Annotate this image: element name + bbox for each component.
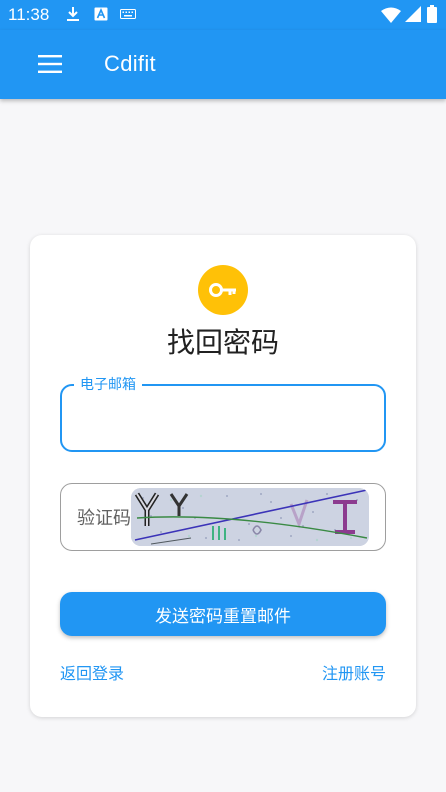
register-account-link[interactable]: 注册账号 <box>322 663 386 685</box>
key-icon <box>209 283 236 297</box>
email-field[interactable]: 电子邮箱 <box>60 376 386 452</box>
key-badge <box>198 265 248 315</box>
back-to-login-link[interactable]: 返回登录 <box>60 663 124 685</box>
page-title: 找回密码 <box>166 326 279 359</box>
reset-password-card: 找回密码 电子邮箱 验证码 发送密码重置邮件 返回登录 注册账号 <box>30 235 416 717</box>
status-bar: 11:38 <box>0 0 446 30</box>
email-input[interactable] <box>78 406 368 432</box>
send-reset-email-button[interactable]: 发送密码重置邮件 <box>60 592 386 636</box>
captcha-image[interactable] <box>131 488 369 546</box>
battery-icon <box>427 5 437 23</box>
signal-icon <box>405 6 421 22</box>
status-time: 11:38 <box>8 5 50 24</box>
app-title: Cdifit <box>104 51 156 76</box>
keyboard-icon <box>120 9 136 19</box>
download-icon <box>67 7 79 21</box>
captcha-field[interactable] <box>60 483 386 551</box>
app-bar: Cdifit <box>0 30 446 99</box>
email-label: 电子邮箱 <box>74 376 142 394</box>
wifi-icon <box>381 7 401 23</box>
menu-icon[interactable] <box>38 54 62 74</box>
font-a-icon <box>94 7 108 21</box>
